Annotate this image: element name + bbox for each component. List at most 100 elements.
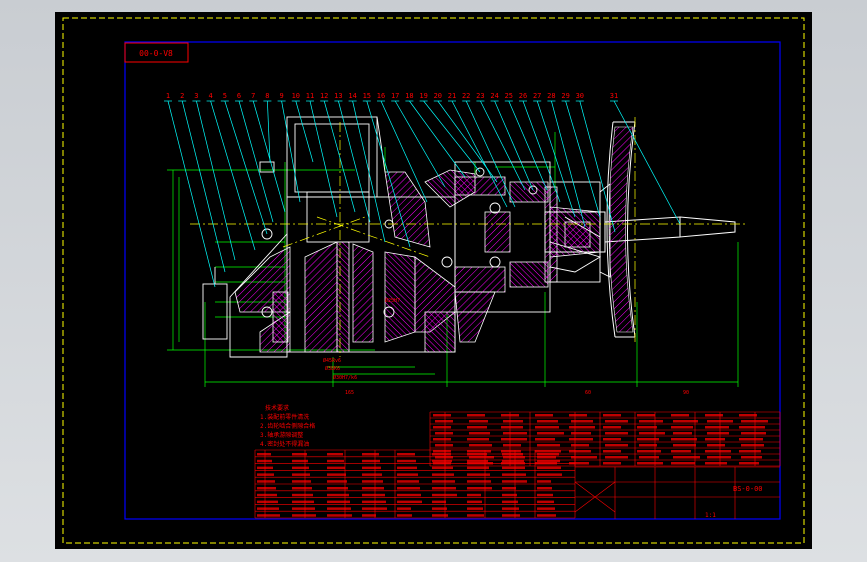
code-box-text: 00-0-V8 xyxy=(139,49,173,58)
parts-entry-mark xyxy=(535,414,553,417)
parts-entry-mark xyxy=(671,450,691,453)
parts-entry-mark xyxy=(603,450,621,453)
parts-entry-mark xyxy=(292,459,308,463)
leader-line-5 xyxy=(224,100,268,235)
parts-entry-mark xyxy=(569,414,587,417)
parts-entry-mark xyxy=(502,453,523,456)
part-number-2: 2 xyxy=(180,92,184,100)
parts-entry-mark xyxy=(603,438,621,441)
parts-entry-mark xyxy=(537,420,558,423)
parts-entry-mark xyxy=(502,493,517,497)
parts-entry-mark xyxy=(707,432,729,435)
parts-entry-mark xyxy=(741,444,764,447)
parts-entry-mark xyxy=(535,438,555,441)
parts-entry-mark xyxy=(537,444,560,447)
parts-entry-mark xyxy=(537,480,551,483)
dim-d: Ø25H7 xyxy=(385,297,400,304)
parts-entry-mark xyxy=(537,456,556,459)
part-number-20: 20 xyxy=(434,92,442,100)
parts-entry-mark xyxy=(435,420,453,423)
parts-entry-mark xyxy=(257,507,279,510)
parts-entry-mark xyxy=(292,500,314,504)
leader-line-13 xyxy=(338,100,371,223)
parts-entry-mark xyxy=(673,456,700,459)
parts-entry-mark xyxy=(671,438,697,441)
cad-viewport[interactable]: 00-0-V8 1 2 3 4 5 6 7 8 9 10 11 12 13 14… xyxy=(0,0,867,562)
parts-entry-mark xyxy=(432,473,454,476)
dim-bottom-right: 90 xyxy=(683,390,689,396)
parts-entry-mark xyxy=(327,480,347,483)
parts-entry-mark xyxy=(671,414,689,417)
parts-entry-mark xyxy=(603,414,621,417)
parts-entry-mark xyxy=(739,426,765,429)
parts-entry-mark xyxy=(397,466,417,470)
parts-entry-mark xyxy=(537,466,561,470)
parts-entry-mark xyxy=(605,444,628,447)
parts-entry-mark xyxy=(327,487,348,490)
parts-entry-mark xyxy=(435,456,453,459)
parts-entry-mark xyxy=(467,493,481,497)
dim-bottom-left: 165 xyxy=(345,390,354,396)
part-number-11: 11 xyxy=(306,92,314,100)
parts-entry-mark xyxy=(257,466,273,470)
parts-entry-mark xyxy=(739,414,757,417)
part-number-5: 5 xyxy=(223,92,227,100)
parts-entry-mark xyxy=(503,456,525,459)
parts-entry-mark xyxy=(257,453,271,456)
tech-note-title: 技术要求 xyxy=(265,404,289,412)
part-number-18: 18 xyxy=(405,92,413,100)
parts-entry-mark xyxy=(327,507,351,510)
part-number-9: 9 xyxy=(279,92,283,100)
parts-entry-mark xyxy=(467,462,493,465)
dim-c: Ø30H7/k6 xyxy=(333,374,357,381)
part-number-22: 22 xyxy=(462,92,470,100)
tech-note-2: 2.齿轮啮合侧隙合格 xyxy=(260,422,315,430)
parts-entry-mark xyxy=(292,514,316,517)
title-block: BS-0-00 1:1 xyxy=(705,485,763,519)
parts-entry-mark xyxy=(571,456,597,459)
parts-entry-mark xyxy=(397,473,418,476)
part-number-4: 4 xyxy=(208,92,212,100)
parts-entry-mark xyxy=(397,500,422,504)
parts-entry-mark xyxy=(705,426,729,429)
parts-entry-mark xyxy=(469,444,492,447)
parts-entry-mark xyxy=(637,450,661,453)
tech-note-4: 4.密封处不得漏油 xyxy=(260,440,309,448)
parts-entry-mark xyxy=(535,462,557,465)
parts-entry-mark xyxy=(257,473,274,476)
part-number-24: 24 xyxy=(490,92,498,100)
parts-entry-mark xyxy=(707,444,725,447)
parts-entry-mark xyxy=(605,456,628,459)
parts-entry-mark xyxy=(362,500,386,504)
parts-entry-mark xyxy=(502,487,516,490)
leader-line-7 xyxy=(252,100,286,213)
parts-entry-mark xyxy=(292,453,307,456)
part-number-labels: 1 2 3 4 5 6 7 8 9 10 11 12 13 14 15 16 17 18 19 20 21 22 23 24 2… xyxy=(166,92,618,100)
assembly-drawing: 00-0-V8 1 2 3 4 5 6 7 8 9 10 11 12 13 14… xyxy=(62,17,805,544)
parts-entry-mark xyxy=(705,438,725,441)
parts-entry-mark xyxy=(639,444,657,447)
inner-border xyxy=(124,41,781,520)
part-number-21: 21 xyxy=(448,92,456,100)
parts-entry-mark xyxy=(257,500,278,504)
leader-line-19 xyxy=(423,100,481,173)
parts-entry-mark xyxy=(257,487,276,490)
parts-entry-mark xyxy=(467,459,488,463)
parts-entry-mark xyxy=(362,487,384,490)
parts-entry-mark xyxy=(327,493,349,497)
parts-entry-mark xyxy=(569,426,595,429)
parts-entry-mark xyxy=(705,450,731,453)
part-number-7: 7 xyxy=(251,92,255,100)
part-number-13: 13 xyxy=(334,92,342,100)
parts-entry-mark xyxy=(707,420,733,423)
part-number-17: 17 xyxy=(391,92,399,100)
parts-entry-mark xyxy=(467,480,491,483)
part-number-31: 31 xyxy=(610,92,618,100)
parts-entry-mark xyxy=(673,444,696,447)
parts-entry-mark xyxy=(469,456,494,459)
parts-entry-mark xyxy=(432,507,447,510)
parts-entry-mark xyxy=(603,426,621,429)
parts-entry-mark xyxy=(327,473,346,476)
tech-notes: 技术要求 1.装配前零件清洗 2.齿轮啮合侧隙合格 3.轴承游隙调整 4.密封处… xyxy=(260,404,315,448)
parts-entry-mark xyxy=(637,438,659,441)
